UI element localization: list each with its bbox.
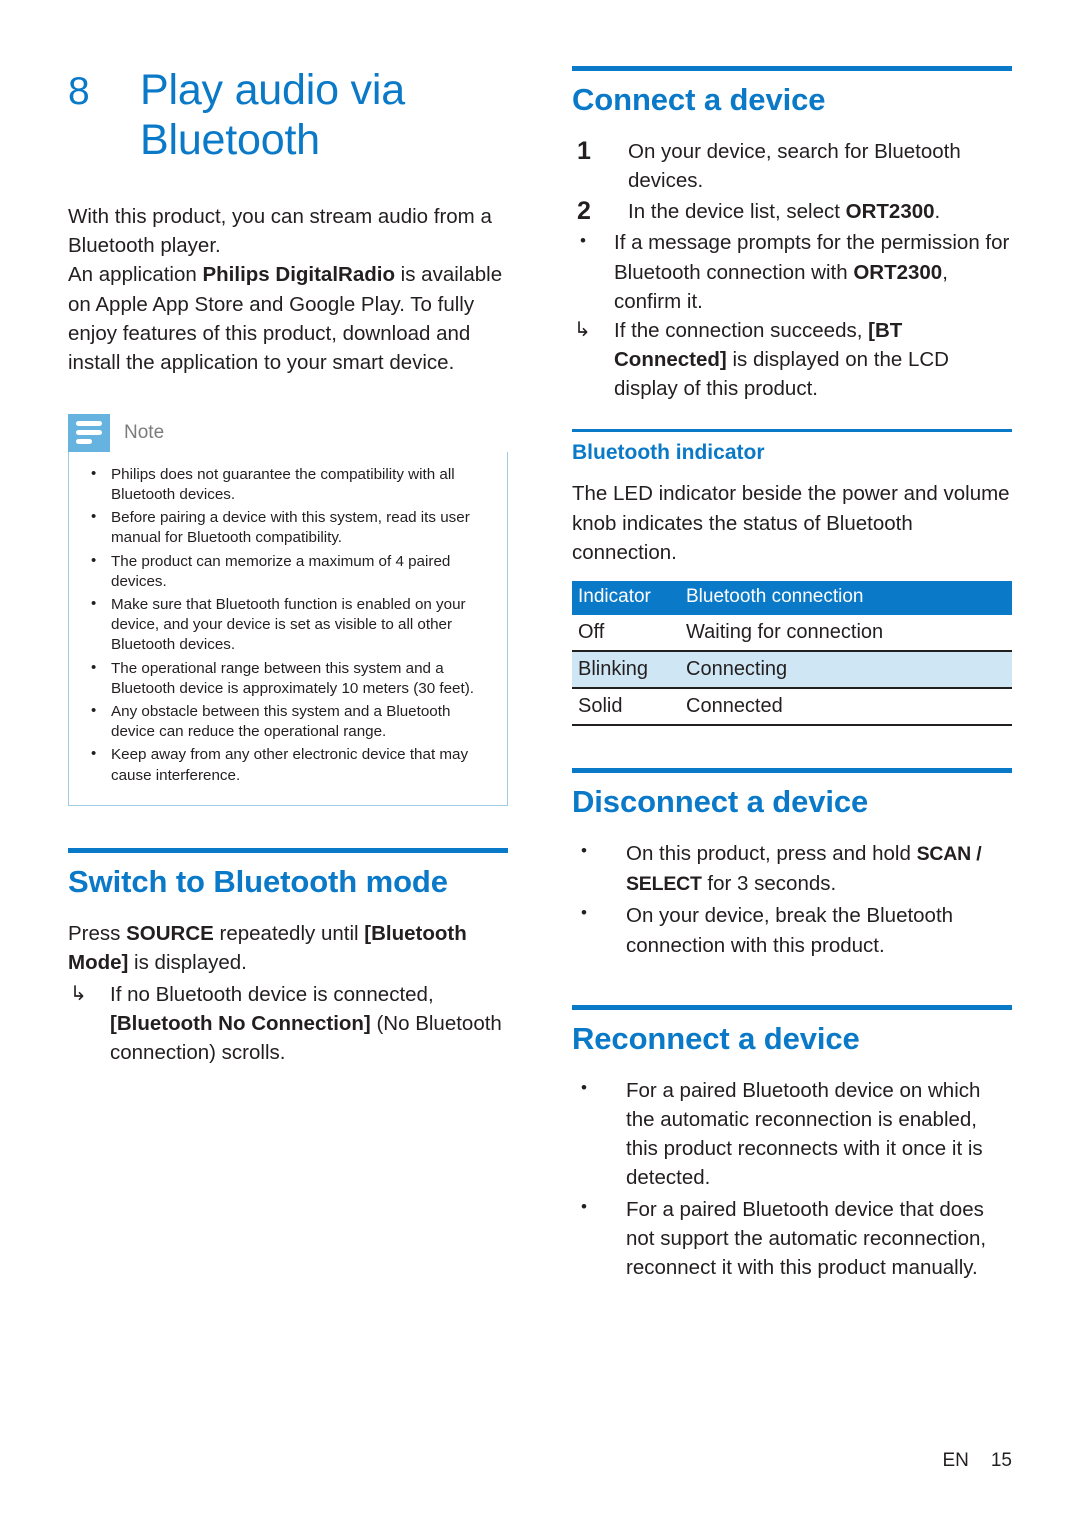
step-pre: In the device list, select [628,200,846,224]
list-item: 1 On your device, search for Bluetooth de… [572,137,1012,195]
list-item: • On your device, break the Bluetooth con… [572,901,1012,959]
note-body: Philips does not guarantee the compatibi… [68,451,508,806]
section-heading-disconnect: Disconnect a device [572,783,869,819]
intro-p2-pre: An application [68,263,203,287]
cell-indicator: Off [572,614,680,652]
list-item: Any obstacle between this system and a B… [79,701,493,742]
list-item: Philips does not guarantee the compatibi… [79,464,493,505]
list-item: 2 In the device list, select ORT2300. [572,197,1012,226]
reconnect-list: • For a paired Bluetooth device on which … [572,1076,1012,1283]
bullet-icon: • [581,903,587,923]
bullet-icon: • [581,1197,587,1217]
left-column: 8 Play audio via Bluetooth With this pro… [68,66,508,1067]
cell-connection: Connected [680,687,1012,726]
table-header-row: Indicator Bluetooth connection [572,581,1012,615]
list-item: • For a paired Bluetooth device that does… [572,1195,1012,1282]
list-item: The operational range between this syste… [79,658,493,699]
note-label: Note [124,421,165,443]
table-row: Blinking Connecting [572,650,1012,689]
subsection-rule [572,429,1012,433]
bullet-icon: • [581,841,587,861]
switch-mid: repeatedly until [213,922,365,945]
cell-indicator: Blinking [572,650,680,689]
switch-pre: Press [68,922,127,945]
page-footer: EN 15 [942,1450,1012,1472]
intro-paragraph-1: With this product, you can stream audio … [68,204,492,258]
switch-mode-result-list: ↳ If no Bluetooth device is connected, [B… [68,980,508,1067]
connect-steps: 1 On your device, search for Bluetooth de… [572,137,1012,226]
cell-connection: Waiting for connection [680,614,1012,652]
chapter-title-text: Play audio via Bluetooth [140,66,508,166]
list-item: Make sure that Bluetooth function is ena… [79,594,493,656]
footer-page-number: 15 [990,1450,1012,1471]
arrow-icon: ↳ [70,982,87,1005]
step-number: 2 [577,197,591,226]
section-rule [68,847,508,853]
bullet-text: For a paired Bluetooth device on which t… [626,1078,983,1190]
note-list: Philips does not guarantee the compatibi… [79,464,493,786]
indicator-paragraph: The LED indicator beside the power and v… [572,482,1010,564]
manual-page: 8 Play audio via Bluetooth With this pro… [0,0,1080,1527]
bullet-icon: • [580,231,586,251]
switch-source-key: SOURCE [126,922,214,945]
chapter-title: 8 Play audio via Bluetooth [68,66,508,166]
intro-p2-app-name: Philips DigitalRadio [202,263,395,287]
intro-paragraph-2: An application Philips DigitalRadio is a… [68,260,508,377]
no-connection-label: [Bluetooth No Connection] [110,1011,371,1035]
step-text: On your device, search for Bluetooth dev… [628,140,961,193]
section-heading-switch-mode: Switch to Bluetooth mode [68,863,448,899]
bullet-post: for 3 seconds. [701,871,837,895]
note-box: Note Philips does not guarantee the comp… [68,413,508,806]
bluetooth-indicator-table: Indicator Bluetooth connection Off Waiti… [572,581,1012,726]
arrow-pre: If no Bluetooth device is connected, [110,982,434,1006]
sub-pre: If a message prompts for the permission … [614,231,1010,284]
section-rule [572,767,1012,773]
arrow-icon: ↳ [574,318,591,341]
section-rule [572,66,1012,71]
list-item: • If a message prompts for the permission… [572,228,1012,315]
disconnect-list: • On this product, press and hold SCAN / … [572,839,1012,960]
section-rule [572,1004,1012,1010]
table-row: Off Waiting for connection [572,614,1012,652]
device-name-ort2300: ORT2300 [853,260,943,284]
column-header-indicator: Indicator [572,581,680,615]
section-heading-connect: Connect a device [572,82,826,117]
step-post: . [934,200,941,224]
table-row: Solid Connected [572,687,1012,726]
chapter-title-line-1: Play audio via [140,66,405,114]
chapter-number: 8 [68,70,90,113]
list-item: ↳ If no Bluetooth device is connected, [B… [68,980,508,1067]
bullet-icon: • [581,1077,587,1097]
subsection-heading-bluetooth-indicator: Bluetooth indicator [572,441,765,465]
list-item: Keep away from any other electronic devi… [79,744,493,785]
switch-post: is displayed. [128,951,247,975]
sub-pre: If the connection succeeds, [614,318,869,342]
section-heading-reconnect: Reconnect a device [572,1020,860,1056]
device-name-ort2300: ORT2300 [845,200,935,224]
note-header: Note [68,413,508,452]
right-column: Connect a device 1 On your device, search… [572,66,1012,1286]
cell-indicator: Solid [572,687,680,726]
note-lines-icon [68,413,110,452]
bullet-text: For a paired Bluetooth device that does … [626,1198,987,1280]
list-item: Before pairing a device with this system… [79,507,493,548]
switch-mode-paragraph: Press SOURCE repeatedly until [Bluetooth… [68,919,508,978]
connect-sub-list: • If a message prompts for the permission… [572,228,1012,403]
list-item: ↳ If the connection succeeds, [BT Connect… [572,316,1012,403]
column-header-connection: Bluetooth connection [680,581,1012,615]
chapter-title-line-2: Bluetooth [140,115,320,164]
list-item: • On this product, press and hold SCAN / … [572,839,1012,898]
footer-language: EN [942,1450,969,1471]
list-item: • For a paired Bluetooth device on which … [572,1076,1012,1192]
bullet-pre: On this product, press and hold [626,842,917,866]
list-item: The product can memorize a maximum of 4 … [79,550,493,592]
bullet-pre: On your device, break the Bluetooth conn… [626,904,954,957]
step-number: 1 [577,137,591,166]
cell-connection: Connecting [680,650,1012,689]
